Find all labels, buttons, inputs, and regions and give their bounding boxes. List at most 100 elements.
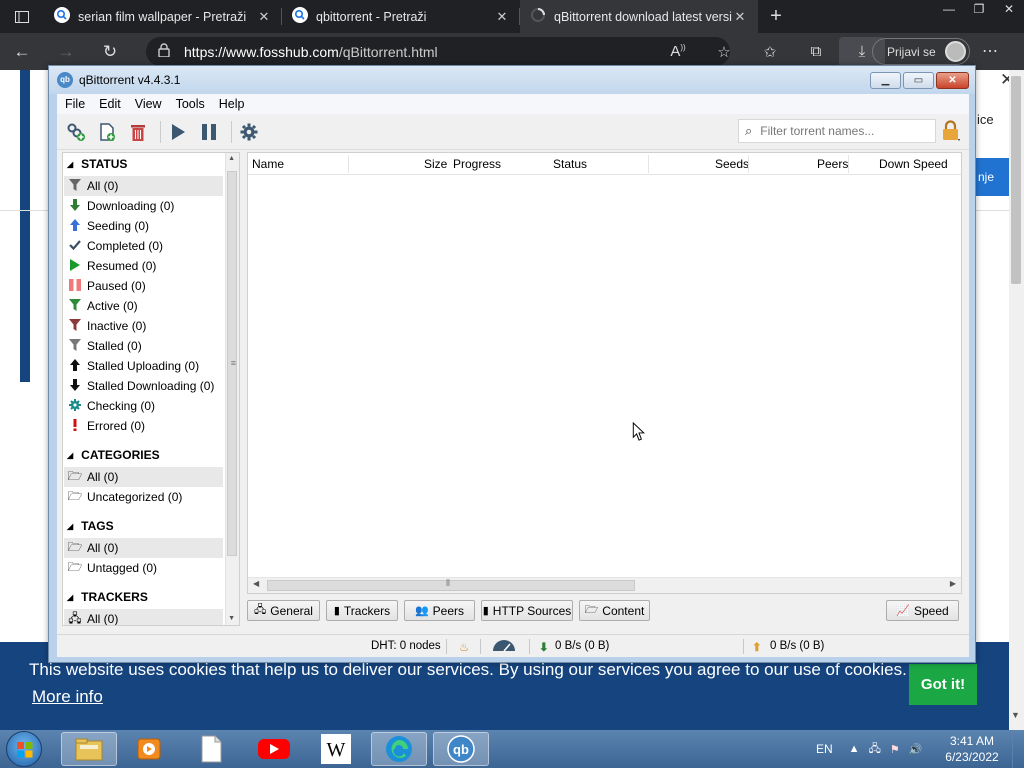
favorites-icon[interactable]: ✩: [747, 43, 793, 61]
read-aloud-icon[interactable]: A)): [655, 43, 701, 60]
column-header-seeds[interactable]: Seeds: [715, 157, 749, 171]
tab-close-icon[interactable]: ✕: [494, 9, 510, 25]
close-icon[interactable]: ✕: [936, 72, 969, 89]
status-section-header[interactable]: ◢ STATUS: [67, 157, 127, 171]
tags-section-header[interactable]: ◢ TAGS: [67, 519, 114, 533]
column-header-down-speed[interactable]: Down Speed: [879, 157, 948, 171]
minimize-icon[interactable]: ▁: [870, 72, 901, 89]
filter-torrents-input[interactable]: ⌕ Filter torrent names...: [738, 119, 936, 143]
tab-close-icon[interactable]: ✕: [732, 9, 748, 25]
status-filter-item[interactable]: Resumed (0): [64, 256, 223, 276]
column-header-status[interactable]: Status: [553, 157, 587, 171]
category-item-uncategorized[interactable]: 🗁 Uncategorized (0): [64, 487, 223, 507]
tab-general[interactable]: 🖧 General: [247, 600, 320, 621]
speed-button[interactable]: 📈 Speed: [886, 600, 959, 621]
show-desktop-button[interactable]: [1012, 730, 1024, 768]
taskbar-wikipedia[interactable]: W: [308, 732, 364, 766]
back-icon[interactable]: ←: [0, 42, 44, 62]
tag-item-untagged[interactable]: 🗁 Untagged (0): [64, 558, 223, 578]
resume-icon[interactable]: [165, 119, 191, 145]
delete-icon[interactable]: [125, 119, 151, 145]
taskbar-media-player[interactable]: [121, 732, 177, 766]
menu-help[interactable]: Help: [219, 97, 245, 111]
volume-icon[interactable]: 🔊: [909, 743, 923, 756]
accept-cookies-button[interactable]: Got it!: [909, 664, 977, 705]
profile-button[interactable]: Prijavi se: [872, 38, 970, 65]
status-filter-item[interactable]: Inactive (0): [64, 316, 223, 336]
status-filter-item[interactable]: Seeding (0): [64, 216, 223, 236]
column-header-progress[interactable]: Progress: [453, 157, 501, 171]
taskbar-file-explorer[interactable]: [61, 732, 117, 766]
language-indicator[interactable]: EN: [816, 742, 833, 756]
gear-icon[interactable]: [236, 119, 262, 145]
more-options-icon[interactable]: ⋯: [982, 41, 998, 61]
refresh-icon[interactable]: ↻: [88, 42, 132, 62]
tab-peers[interactable]: 👥 Peers: [404, 600, 475, 621]
tag-item-all[interactable]: 🗁 All (0): [64, 538, 223, 558]
column-header-name[interactable]: Name: [252, 157, 284, 171]
network-icon[interactable]: 🖧: [869, 740, 881, 759]
tab-actions-icon[interactable]: [0, 0, 44, 33]
speed-limit-icon[interactable]: [491, 640, 517, 655]
menu-tools[interactable]: Tools: [176, 97, 205, 111]
connection-status-icon[interactable]: ♨: [459, 640, 469, 654]
column-header-size[interactable]: Size: [424, 157, 447, 171]
status-filter-item[interactable]: Paused (0): [64, 276, 223, 296]
category-item-all[interactable]: 🗁 All (0): [64, 467, 223, 487]
status-filter-item[interactable]: Stalled (0): [64, 336, 223, 356]
menu-file[interactable]: File: [65, 97, 85, 111]
categories-section-header[interactable]: ◢ CATEGORIES: [67, 448, 160, 462]
pause-icon[interactable]: [196, 119, 222, 145]
menu-view[interactable]: View: [135, 97, 162, 111]
window-title-bar[interactable]: qb qBittorrent v4.4.3.1 ▁ ▭ ✕: [49, 66, 975, 94]
menu-edit[interactable]: Edit: [99, 97, 121, 111]
more-info-link[interactable]: More info: [32, 687, 103, 707]
tab-http-sources[interactable]: ▮ HTTP Sources: [481, 600, 573, 621]
trackers-section-header[interactable]: ◢ TRACKERS: [67, 590, 148, 604]
start-button[interactable]: [6, 731, 42, 767]
torrent-list[interactable]: Name Size Progress Status Seeds Peers Do…: [247, 152, 962, 594]
collections-icon[interactable]: ⧉: [793, 43, 839, 60]
horizontal-scroll-thumb[interactable]: [267, 580, 635, 591]
scroll-down-icon[interactable]: ▼: [228, 615, 235, 622]
new-tab-icon[interactable]: +: [758, 0, 794, 33]
status-filter-item[interactable]: All (0): [64, 176, 223, 196]
page-partial-button[interactable]: nje: [972, 158, 1010, 196]
add-favorite-icon[interactable]: ☆: [701, 43, 747, 61]
minimize-icon[interactable]: —: [934, 0, 964, 18]
add-torrent-file-icon[interactable]: [94, 119, 120, 145]
close-icon[interactable]: ✕: [994, 0, 1024, 18]
tracker-item-all[interactable]: 🖧 All (0): [64, 609, 223, 625]
status-filter-item[interactable]: Stalled Downloading (0): [64, 376, 223, 396]
scroll-up-icon[interactable]: ▲: [228, 155, 235, 162]
column-header-peers[interactable]: Peers: [817, 157, 848, 171]
status-filter-item[interactable]: Stalled Uploading (0): [64, 356, 223, 376]
scroll-down-icon[interactable]: ▼: [1011, 710, 1020, 720]
taskbar-edge[interactable]: [371, 732, 427, 766]
add-link-icon[interactable]: [63, 119, 89, 145]
tab-content[interactable]: 🗁 Content: [579, 600, 650, 621]
page-scroll-thumb[interactable]: [1011, 76, 1021, 284]
horizontal-scrollbar[interactable]: ◀ ⦀ ▶: [248, 577, 961, 593]
browser-tab-1[interactable]: serian film wallpaper - Pretraži ✕: [44, 0, 282, 33]
scroll-left-icon[interactable]: ◀: [253, 579, 259, 588]
action-center-icon[interactable]: ⚑: [890, 743, 900, 756]
status-filter-item[interactable]: Downloading (0): [64, 196, 223, 216]
lock-icon[interactable]: [941, 120, 961, 142]
show-hidden-icons-icon[interactable]: ▲: [849, 743, 860, 755]
url-field[interactable]: https://www.fosshub.com/qBittorrent.html: [146, 37, 730, 66]
status-filter-item[interactable]: Checking (0): [64, 396, 223, 416]
taskbar-notepad[interactable]: [183, 732, 239, 766]
maximize-icon[interactable]: ▭: [903, 72, 934, 89]
status-filter-item[interactable]: Errored (0): [64, 416, 223, 436]
forward-icon[interactable]: →: [44, 42, 88, 62]
tab-close-icon[interactable]: ✕: [256, 9, 272, 25]
restore-icon[interactable]: ❐: [964, 0, 994, 18]
clock[interactable]: 3:41 AM 6/23/2022: [944, 733, 1000, 765]
browser-tab-2[interactable]: qbittorrent - Pretraži ✕: [282, 0, 520, 33]
status-filter-item[interactable]: Active (0): [64, 296, 223, 316]
taskbar-qbittorrent[interactable]: qb: [433, 732, 489, 766]
taskbar-youtube[interactable]: [246, 732, 302, 766]
browser-tab-3[interactable]: qBittorrent download latest versi ✕: [520, 0, 758, 33]
tab-trackers[interactable]: ▮ Trackers: [326, 600, 398, 621]
